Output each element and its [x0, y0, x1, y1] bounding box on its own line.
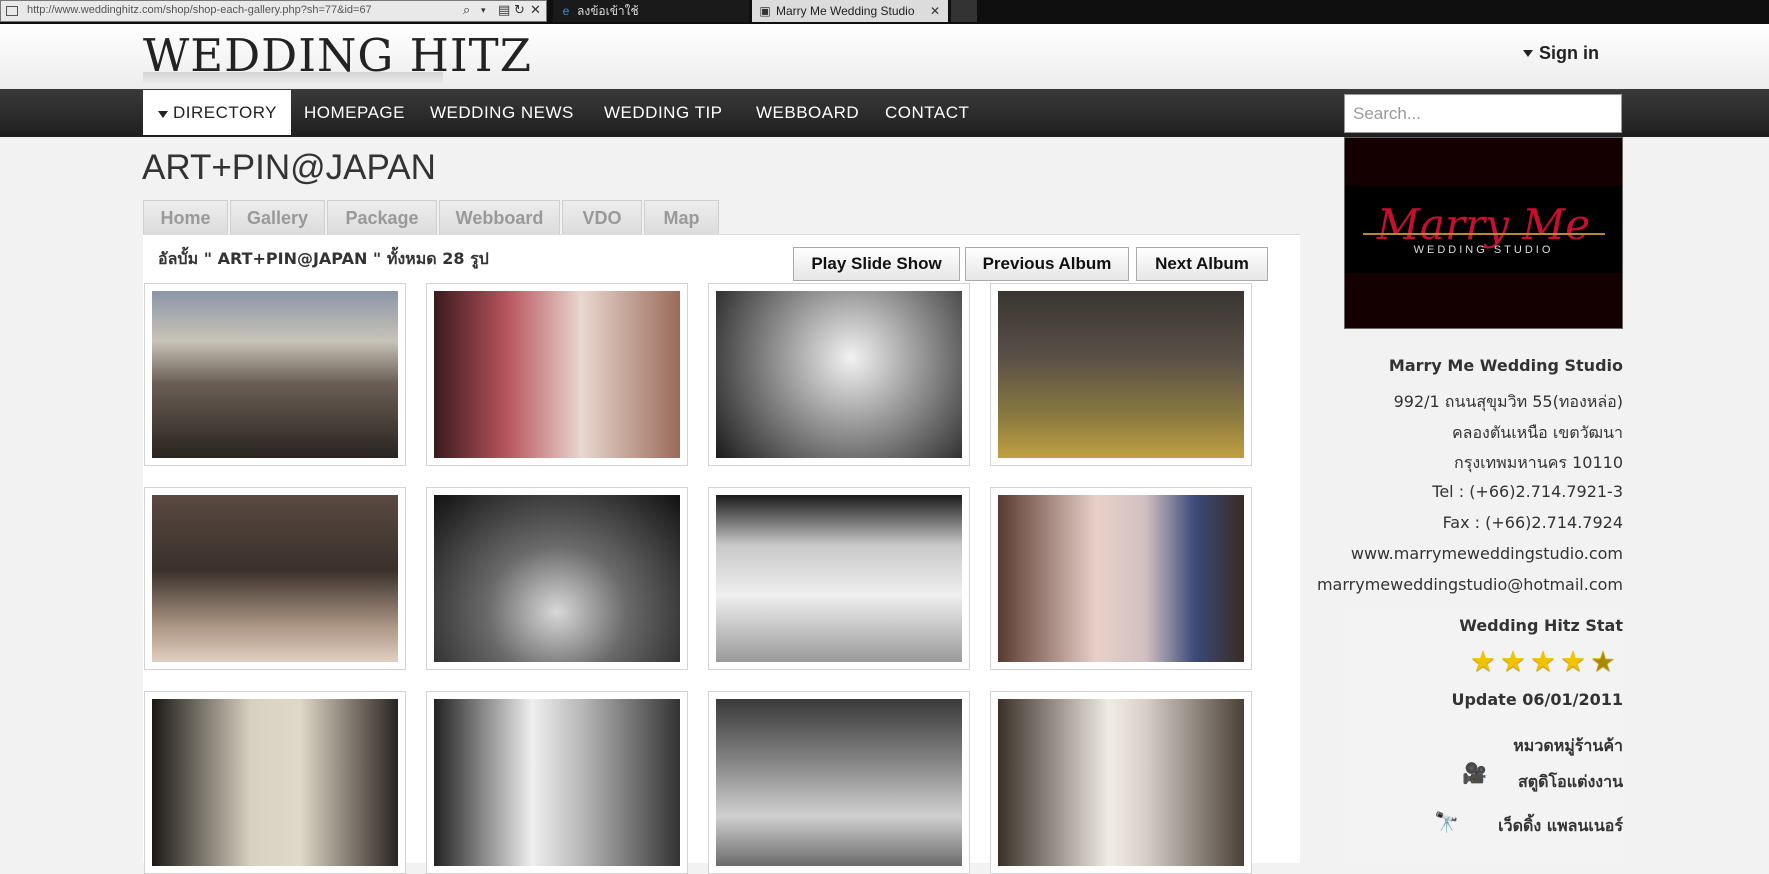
ie-icon: e — [562, 4, 570, 18]
new-tab-button[interactable] — [951, 0, 977, 22]
category-studio[interactable]: สตูดิโอแต่งงาน — [1518, 770, 1623, 795]
category-planner[interactable]: เว็ดดิ้ง แพลนเนอร์ — [1498, 814, 1623, 839]
browser-chrome: http://www.weddinghitz.com/shop/shop-eac… — [0, 0, 1769, 24]
tab-webboard[interactable]: Webboard — [439, 200, 560, 235]
play-slideshow-button[interactable]: Play Slide Show — [793, 247, 960, 281]
nav-wedding-news[interactable]: WEDDING NEWS — [430, 103, 574, 123]
phone-number: Tel : (+66)2.714.7921-3 — [1432, 482, 1623, 501]
browser-tab-login[interactable]: e ลงข้อเข้าใช้ — [553, 0, 749, 22]
tab-label: ลงข้อเข้าใช้ — [577, 4, 639, 18]
photo — [716, 495, 962, 662]
nav-homepage[interactable]: HOMEPAGE — [304, 103, 405, 123]
fax-number: Fax : (+66)2.714.7924 — [1442, 513, 1623, 532]
nav-wedding-tip[interactable]: WEDDING TIP — [604, 103, 723, 123]
address-line: กรุงเทพมหานคร 10110 — [1454, 453, 1623, 472]
photo — [716, 291, 962, 458]
tab-vdo[interactable]: VDO — [562, 200, 642, 235]
studio-logo: Marry Me — [1376, 200, 1591, 249]
photo — [434, 291, 680, 458]
tab-label: Marry Me Wedding Studio — [776, 4, 915, 18]
studio-banner[interactable]: Marry Me WEDDING STUDIO — [1344, 137, 1623, 329]
address-line: คลองตันเหนือ เขตวัฒนา — [1451, 423, 1623, 442]
gallery-thumbnail[interactable] — [144, 283, 406, 466]
album-caption: อัลบั้ม " ART+PIN@JAPAN " ทั้งหมด 28 รูป — [158, 249, 489, 268]
camera-icon: 🎥 — [1462, 761, 1487, 785]
tab-map[interactable]: Map — [644, 200, 719, 235]
gallery-thumbnail[interactable] — [990, 283, 1252, 466]
gallery-thumbnail[interactable] — [990, 691, 1252, 874]
page-icon: ▣ — [759, 4, 771, 18]
gallery-thumbnail[interactable] — [990, 487, 1252, 670]
star-icon: ★ — [1500, 644, 1530, 678]
refresh-icon[interactable]: ↻ — [514, 3, 525, 19]
nav-contact[interactable]: CONTACT — [885, 103, 969, 123]
photo — [998, 495, 1244, 662]
tab-home[interactable]: Home — [143, 200, 228, 235]
nav-webboard[interactable]: WEBBOARD — [756, 103, 859, 123]
photo — [152, 495, 398, 662]
caret-down-icon — [158, 111, 168, 118]
category-title: หมวดหมู่ร้านค้า — [1513, 736, 1623, 755]
tab-gallery[interactable]: Gallery — [230, 200, 325, 235]
signin-label: Sign in — [1539, 43, 1599, 63]
caret-down-icon — [1523, 50, 1533, 57]
stat-title: Wedding Hitz Stat — [1459, 616, 1623, 635]
photo — [152, 291, 398, 458]
gallery-thumbnail[interactable] — [708, 487, 970, 670]
compat-icon[interactable]: ▤ — [498, 3, 510, 19]
page-icon — [6, 6, 18, 16]
gallery-thumbnail[interactable] — [426, 487, 688, 670]
star-icon: ★ — [1530, 644, 1560, 678]
close-icon[interactable]: ✕ — [930, 0, 940, 22]
update-date: Update 06/01/2011 — [1451, 690, 1623, 709]
logo-reflection — [143, 72, 443, 84]
gallery-thumbnail[interactable] — [144, 691, 406, 874]
photo — [716, 699, 962, 866]
signin-link[interactable]: Sign in — [1523, 43, 1599, 64]
previous-album-button[interactable]: Previous Album — [965, 247, 1129, 281]
nav-directory[interactable]: DIRECTORY — [143, 90, 291, 135]
photo — [998, 699, 1244, 866]
page-title: ART+PIN@JAPAN — [142, 148, 436, 187]
half-star-icon: ★ — [1590, 644, 1620, 678]
search-icon[interactable]: ⌕ — [463, 3, 470, 19]
telescope-icon: 🔭 — [1434, 810, 1459, 834]
search-input[interactable] — [1344, 94, 1622, 133]
dropdown-icon[interactable]: ▾ — [481, 3, 486, 19]
website-link[interactable]: www.marrymeweddingstudio.com — [1351, 544, 1623, 563]
nav-directory-label: DIRECTORY — [173, 103, 278, 122]
address-line: 992/1 ถนนสุขุมวิท 55(ทองหล่อ) — [1393, 392, 1623, 411]
address-bar[interactable]: http://www.weddinghitz.com/shop/shop-eac… — [0, 0, 547, 22]
photo — [152, 699, 398, 866]
gallery-thumbnail[interactable] — [708, 691, 970, 874]
browser-tab-active[interactable]: ▣ Marry Me Wedding Studio ✕ — [752, 0, 948, 22]
stop-icon[interactable]: ✕ — [530, 3, 541, 19]
photo — [434, 495, 680, 662]
tab-package[interactable]: Package — [327, 200, 437, 235]
gallery-thumbnail[interactable] — [426, 283, 688, 466]
gallery-thumbnail[interactable] — [144, 487, 406, 670]
photo — [998, 291, 1244, 458]
email-link[interactable]: marrymeweddingstudio@hotmail.com — [1317, 575, 1623, 594]
studio-logo-subtitle: WEDDING STUDIO — [1413, 244, 1554, 256]
photo — [434, 699, 680, 866]
star-icon: ★ — [1560, 644, 1590, 678]
gallery-thumbnail[interactable] — [708, 283, 970, 466]
url-text[interactable]: http://www.weddinghitz.com/shop/shop-eac… — [27, 4, 372, 16]
banner-divider — [1363, 233, 1605, 235]
rating-stars: ★★★★★ — [1470, 644, 1620, 678]
next-album-button[interactable]: Next Album — [1136, 247, 1268, 281]
studio-name: Marry Me Wedding Studio — [1388, 356, 1623, 375]
star-icon: ★ — [1470, 644, 1500, 678]
gallery-thumbnail[interactable] — [426, 691, 688, 874]
